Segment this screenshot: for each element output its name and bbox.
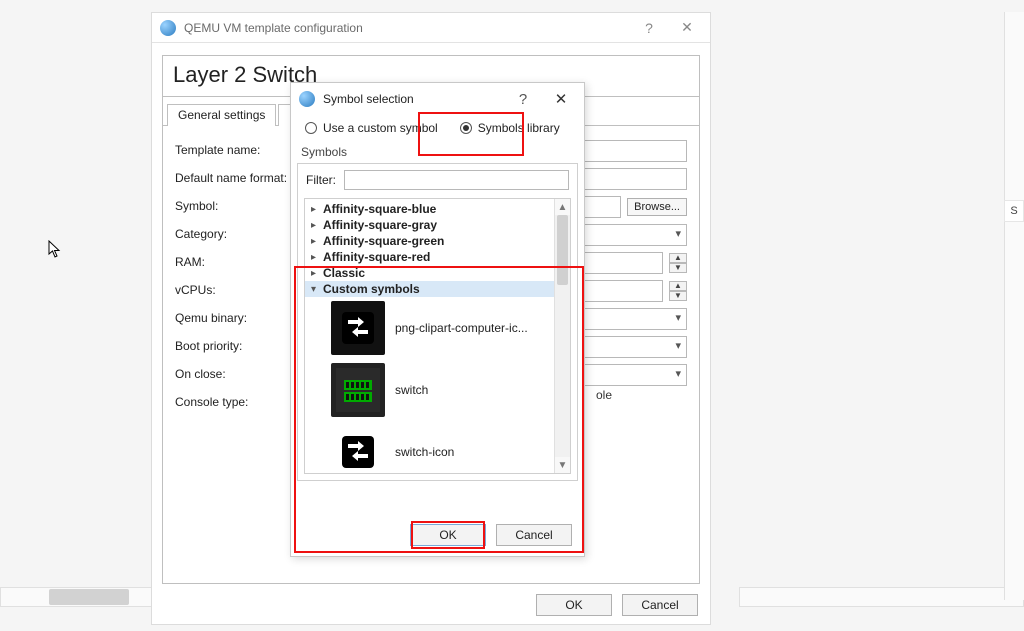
radio-custom-label: Use a custom symbol bbox=[323, 121, 438, 135]
modal-close-button[interactable]: ✕ bbox=[546, 90, 576, 108]
bgwin-titlebar: QEMU VM template configuration ? ✕ bbox=[152, 13, 710, 43]
symbol-item[interactable]: switch bbox=[305, 359, 554, 421]
symbol-item[interactable]: switch-icon bbox=[305, 421, 554, 474]
radio-symbols-library[interactable]: Symbols library bbox=[456, 119, 564, 137]
mouse-cursor bbox=[48, 240, 62, 258]
modal-help-button[interactable]: ? bbox=[508, 91, 538, 108]
tree-node[interactable]: Classic bbox=[305, 265, 554, 281]
symbol-tree: Affinity-square-blue Affinity-square-gra… bbox=[304, 198, 571, 474]
browse-button[interactable]: Browse... bbox=[627, 198, 687, 216]
chevron-right-icon bbox=[311, 236, 321, 247]
chevron-right-icon bbox=[311, 268, 321, 279]
bottom-scrollbar-right[interactable] bbox=[739, 587, 1024, 607]
symbol-item-label: png-clipart-computer-ic... bbox=[395, 321, 528, 335]
label-symbol: Symbol: bbox=[175, 199, 295, 213]
tree-node[interactable]: Affinity-square-green bbox=[305, 233, 554, 249]
label-default-name-format: Default name format: bbox=[175, 171, 295, 185]
tree-node-custom-symbols[interactable]: Custom symbols bbox=[305, 281, 554, 297]
bgwin-title: QEMU VM template configuration bbox=[184, 21, 626, 35]
filter-label: Filter: bbox=[306, 173, 336, 187]
filter-row: Filter: bbox=[298, 164, 577, 196]
modal-ok-button[interactable]: OK bbox=[410, 524, 486, 546]
bottom-scrollbar-left[interactable] bbox=[0, 587, 152, 607]
radio-circle-icon bbox=[305, 122, 317, 134]
help-button[interactable]: ? bbox=[634, 20, 664, 36]
symbol-item-label: switch-icon bbox=[395, 445, 454, 459]
label-boot-priority: Boot priority: bbox=[175, 339, 295, 353]
scroll-down-icon[interactable] bbox=[555, 457, 570, 473]
bgwin-ok-button[interactable]: OK bbox=[536, 594, 612, 616]
chevron-right-icon bbox=[311, 252, 321, 263]
scroll-up-icon[interactable] bbox=[555, 199, 570, 215]
chevron-down-icon bbox=[311, 284, 321, 295]
symbol-item-label: switch bbox=[395, 383, 428, 397]
symbol-selection-dialog: Symbol selection ? ✕ Use a custom symbol… bbox=[290, 82, 585, 557]
radio-circle-checked-icon bbox=[460, 122, 472, 134]
symbols-section-label: Symbols bbox=[291, 143, 584, 161]
modal-titlebar: Symbol selection ? ✕ bbox=[291, 83, 584, 115]
switch-arrows-icon bbox=[331, 301, 385, 355]
right-side-panel bbox=[1004, 12, 1024, 600]
bgwin-cancel-button[interactable]: Cancel bbox=[622, 594, 698, 616]
chevron-right-icon bbox=[311, 204, 321, 215]
modal-title: Symbol selection bbox=[323, 92, 500, 106]
switch-arrows-icon bbox=[331, 425, 385, 474]
label-ram: RAM: bbox=[175, 255, 295, 269]
radio-custom-symbol[interactable]: Use a custom symbol bbox=[301, 119, 442, 137]
app-icon bbox=[160, 20, 176, 36]
close-button[interactable]: ✕ bbox=[672, 19, 702, 36]
modal-app-icon bbox=[299, 91, 315, 107]
ram-spinner[interactable]: ▲▼ bbox=[669, 253, 687, 273]
chevron-right-icon bbox=[311, 220, 321, 231]
label-qemu-binary: Qemu binary: bbox=[175, 311, 295, 325]
console-fragment: ole bbox=[596, 388, 612, 402]
vcpus-spinner[interactable]: ▲▼ bbox=[669, 281, 687, 301]
label-template-name: Template name: bbox=[175, 143, 295, 157]
switch-device-icon bbox=[331, 363, 385, 417]
scroll-thumb[interactable] bbox=[557, 215, 568, 285]
right-sliver-label: S bbox=[1004, 200, 1024, 222]
tree-node[interactable]: Affinity-square-red bbox=[305, 249, 554, 265]
modal-cancel-button[interactable]: Cancel bbox=[496, 524, 572, 546]
tab-general-settings[interactable]: General settings bbox=[167, 104, 276, 126]
symbols-group: Filter: Affinity-square-blue Affinity-sq… bbox=[297, 163, 578, 481]
tree-node[interactable]: Affinity-square-blue bbox=[305, 201, 554, 217]
label-vcpus: vCPUs: bbox=[175, 283, 295, 297]
label-on-close: On close: bbox=[175, 367, 295, 381]
label-category: Category: bbox=[175, 227, 295, 241]
symbol-source-radios: Use a custom symbol Symbols library bbox=[291, 115, 584, 143]
tree-scrollbar[interactable] bbox=[554, 199, 570, 473]
filter-input[interactable] bbox=[344, 170, 569, 190]
label-console-type: Console type: bbox=[175, 395, 295, 409]
symbol-item[interactable]: png-clipart-computer-ic... bbox=[305, 297, 554, 359]
radio-library-label: Symbols library bbox=[478, 121, 560, 135]
tree-node[interactable]: Affinity-square-gray bbox=[305, 217, 554, 233]
